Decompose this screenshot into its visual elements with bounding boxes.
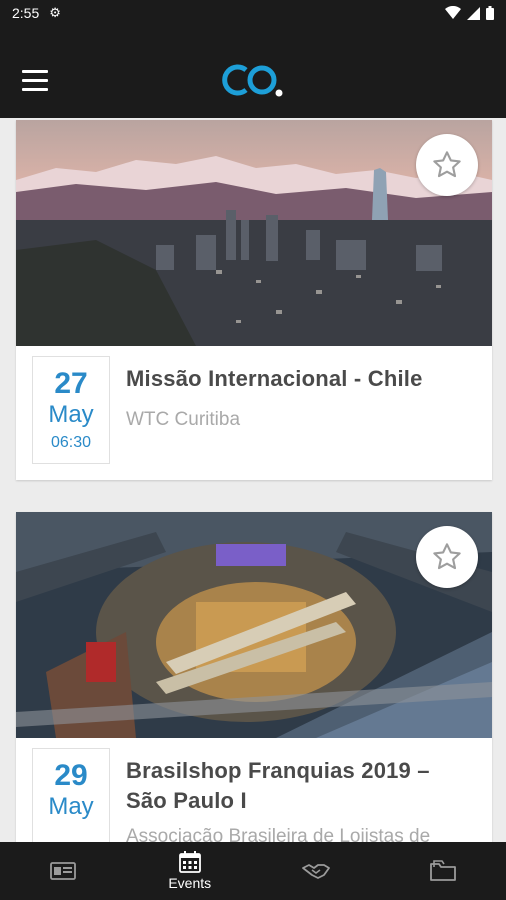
- status-icons: [445, 6, 494, 20]
- menu-button[interactable]: [22, 70, 48, 92]
- nav-item-files[interactable]: [380, 842, 506, 900]
- event-day: 29: [54, 759, 88, 792]
- event-image[interactable]: [16, 120, 492, 346]
- nav-item-networking[interactable]: [253, 842, 380, 900]
- favorite-button[interactable]: [416, 526, 478, 588]
- event-month: May: [48, 793, 94, 820]
- event-date: 27 May 06:30: [32, 356, 110, 464]
- gear-icon: ⚙: [49, 5, 61, 21]
- event-date: 29 May: [32, 748, 110, 842]
- event-venue: Associação Brasileira de Lojistas de: [126, 826, 431, 842]
- app-bar: [0, 26, 506, 118]
- event-time: 06:30: [50, 434, 92, 451]
- battery-icon: [486, 6, 494, 20]
- event-title[interactable]: Brasilshop Franquias 2019 – São Paulo I: [126, 756, 476, 816]
- nav-label-events: Events: [168, 875, 212, 891]
- nav-item-events[interactable]: Events: [127, 842, 254, 900]
- wifi-icon: [445, 6, 461, 19]
- event-image[interactable]: [16, 512, 492, 738]
- calendar-icon: [178, 851, 201, 873]
- event-title[interactable]: Missão Internacional - Chile: [126, 364, 476, 394]
- event-card[interactable]: 27 May 06:30 Missão Internacional - Chil…: [16, 120, 492, 480]
- status-bar: 2:55 ⚙: [0, 0, 506, 26]
- star-icon: [433, 151, 461, 178]
- id-card-icon: [50, 862, 77, 880]
- star-icon: [433, 543, 461, 570]
- bottom-nav: Events: [0, 842, 506, 900]
- signal-icon: [467, 7, 480, 20]
- folder-icon: [429, 860, 456, 881]
- event-month: May: [48, 401, 94, 428]
- event-feed[interactable]: 27 May 06:30 Missão Internacional - Chil…: [0, 118, 506, 842]
- handshake-icon: [302, 864, 331, 879]
- app-logo: [222, 64, 283, 97]
- nav-item-profile[interactable]: [0, 842, 127, 900]
- event-venue: WTC Curitiba: [126, 409, 241, 430]
- event-day: 27: [54, 367, 88, 400]
- favorite-button[interactable]: [416, 134, 478, 196]
- status-time: 2:55: [12, 5, 40, 21]
- event-card[interactable]: 29 May Brasilshop Franquias 2019 – São P…: [16, 512, 492, 842]
